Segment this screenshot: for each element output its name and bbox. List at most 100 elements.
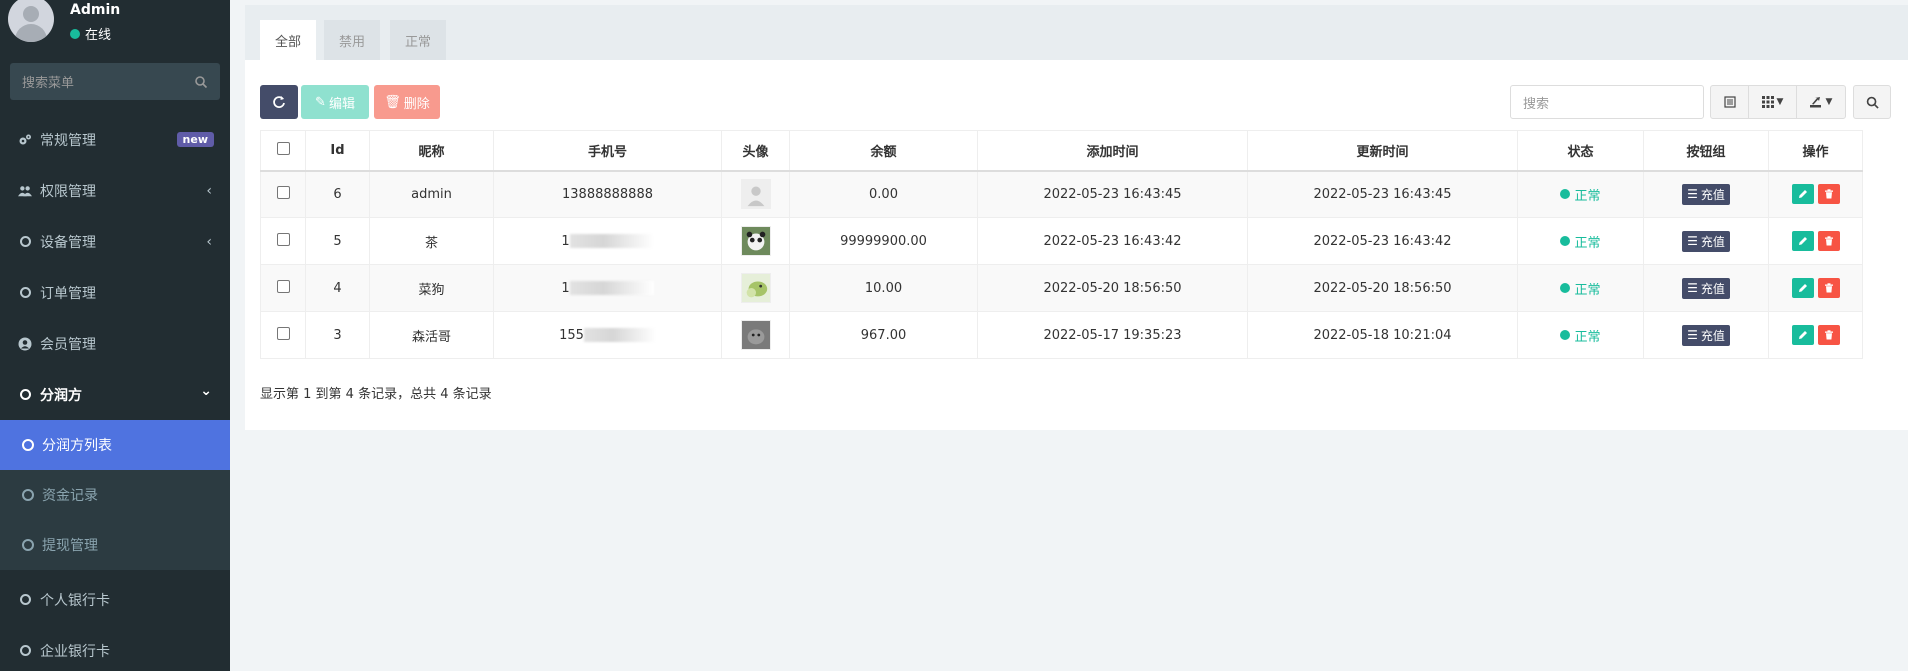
- sidebar-subitem-fund-records[interactable]: 资金记录: [0, 470, 230, 520]
- caret-down-icon: ▼: [1825, 97, 1833, 107]
- sidebar-search-input[interactable]: 搜索菜单: [22, 72, 194, 91]
- user-panel: Admin 在线: [0, 0, 230, 52]
- cell-phone: 155: [493, 311, 722, 359]
- status-label: 正常: [1574, 235, 1601, 251]
- col-header-status: 状态: [1517, 130, 1644, 172]
- select-all-checkbox[interactable]: [276, 141, 290, 155]
- status-dot-icon: [1560, 189, 1571, 200]
- row-checkbox[interactable]: [276, 185, 290, 199]
- cell-button-group: ☰ 充值: [1643, 170, 1769, 218]
- row-checkbox[interactable]: [276, 279, 290, 293]
- sidebar-item-members[interactable]: 会员管理: [0, 318, 230, 369]
- recharge-button[interactable]: ☰ 充值: [1682, 183, 1730, 205]
- status-badge[interactable]: 正常: [1560, 279, 1601, 298]
- sidebar-item-profit[interactable]: 分润方 ⌄: [0, 369, 230, 420]
- sidebar-item-permission[interactable]: 权限管理 ‹: [0, 165, 230, 216]
- circle-icon: [22, 539, 34, 551]
- cell-created: 2022-05-17 19:35:23: [977, 311, 1248, 359]
- cell-updated: 2022-05-23 16:43:45: [1247, 170, 1518, 218]
- masked-phone-blur: [569, 281, 654, 295]
- status-dot-icon: [1560, 236, 1571, 246]
- tab-normal[interactable]: 正常: [390, 20, 447, 60]
- row-edit-button[interactable]: [1791, 325, 1814, 345]
- default-avatar-image[interactable]: [740, 179, 771, 210]
- caret-down-icon: ▼: [1776, 97, 1784, 107]
- row-edit-button[interactable]: [1791, 278, 1814, 298]
- row-edit-button[interactable]: [1791, 231, 1814, 251]
- status-badge[interactable]: 正常: [1560, 232, 1601, 251]
- chevron-left-icon: ‹: [206, 183, 212, 199]
- sidebar-item-label: 会员管理: [40, 336, 96, 353]
- cell-updated: 2022-05-20 18:56:50: [1247, 264, 1518, 312]
- sidebar-item-company-bank[interactable]: 企业银行卡: [0, 625, 230, 671]
- search-icon[interactable]: [194, 75, 208, 89]
- table-header-row: Id 昵称 手机号 头像 余额 添加时间 更新时间 状态 按钮组 操作: [260, 130, 1863, 172]
- row-delete-button[interactable]: [1817, 231, 1840, 251]
- sidebar-subitem-withdraw[interactable]: 提现管理: [0, 520, 230, 570]
- cell-avatar: [721, 264, 790, 312]
- table-row: 3 森活哥 155 967.00 2022-05-17 19:35:23 202…: [260, 311, 1863, 359]
- table-row: 5 茶 1 99999900.00 2022-05-23 16:43:42 20…: [260, 217, 1863, 265]
- delete-button[interactable]: 🗑 删除: [374, 85, 440, 119]
- cartoon-avatar-image[interactable]: [740, 273, 771, 303]
- row-edit-button[interactable]: [1791, 184, 1814, 205]
- trash-icon: [1824, 330, 1833, 340]
- table-row: 4 菜狗 1 10.00 2022-05-20 18:56:50 2022-05…: [260, 264, 1863, 312]
- tab-bar: 全部 禁用 正常: [245, 5, 1908, 60]
- cell-id: 5: [305, 217, 370, 265]
- col-header-nickname: 昵称: [369, 130, 494, 172]
- sidebar-item-label: 企业银行卡: [40, 643, 110, 660]
- sidebar-subitem-profit-list[interactable]: 分润方列表: [0, 420, 230, 470]
- circle-icon: [22, 439, 34, 451]
- cell-status: 正常: [1517, 217, 1644, 265]
- recharge-button[interactable]: ☰ 充值: [1682, 324, 1730, 346]
- sidebar-item-orders[interactable]: 订单管理: [0, 267, 230, 318]
- sidebar-subitem-label: 分润方列表: [42, 438, 112, 454]
- recharge-button[interactable]: ☰ 充值: [1682, 277, 1730, 299]
- status-dot-icon: [1560, 283, 1571, 293]
- row-checkbox[interactable]: [276, 326, 290, 340]
- panda-avatar-image[interactable]: [740, 226, 771, 256]
- status-badge[interactable]: 正常: [1560, 185, 1601, 204]
- circle-icon: [22, 489, 34, 501]
- recharge-button[interactable]: ☰ 充值: [1682, 230, 1730, 252]
- recharge-label: 充值: [1700, 281, 1725, 296]
- cell-avatar: [721, 170, 790, 218]
- status-badge[interactable]: 正常: [1560, 326, 1601, 345]
- cell-button-group: ☰ 充值: [1643, 311, 1769, 359]
- sidebar-item-device[interactable]: 设备管理 ‹: [0, 216, 230, 267]
- export-button[interactable]: ▼: [1797, 86, 1845, 118]
- cat-avatar-image[interactable]: [740, 320, 771, 350]
- list-icon: ☰: [1687, 234, 1698, 248]
- sidebar-item-label: 分润方: [40, 387, 82, 404]
- col-header-updated: 更新时间: [1247, 130, 1518, 172]
- col-header-buttons: 按钮组: [1643, 130, 1769, 172]
- row-delete-button[interactable]: [1817, 325, 1840, 345]
- list-icon: ☰: [1687, 187, 1698, 202]
- row-delete-button[interactable]: [1817, 184, 1840, 205]
- sidebar-item-personal-bank[interactable]: 个人银行卡: [0, 574, 230, 625]
- tab-disabled[interactable]: 禁用: [324, 20, 381, 60]
- refresh-button[interactable]: [260, 85, 298, 119]
- edit-button[interactable]: ✎ 编辑: [301, 85, 369, 119]
- avatar[interactable]: [8, 0, 54, 42]
- cell-actions: [1768, 311, 1863, 359]
- sidebar-item-general[interactable]: 常规管理 new: [0, 114, 230, 165]
- cell-updated: 2022-05-18 10:21:04: [1247, 311, 1518, 359]
- search-button[interactable]: [1853, 85, 1891, 119]
- circle-icon: [19, 389, 31, 400]
- sidebar: Admin 在线 搜索菜单 常规管理 new 权限管理 ‹ 设备管理 ‹ 订单管…: [0, 0, 230, 671]
- sidebar-search[interactable]: 搜索菜单: [10, 63, 220, 100]
- cell-actions: [1768, 170, 1863, 218]
- toggle-view-button[interactable]: [1711, 86, 1749, 118]
- circle-icon: [19, 645, 31, 656]
- row-checkbox[interactable]: [276, 232, 290, 246]
- refresh-icon: [273, 96, 285, 108]
- table-search-input[interactable]: 搜索: [1510, 85, 1704, 119]
- row-delete-button[interactable]: [1817, 278, 1840, 298]
- tab-all[interactable]: 全部: [260, 20, 317, 60]
- sidebar-menu: 常规管理 new 权限管理 ‹ 设备管理 ‹ 订单管理 会员管理 分润方 ⌄ 分…: [0, 114, 230, 671]
- col-header-id[interactable]: Id: [305, 130, 370, 172]
- pencil-icon: ✎: [315, 94, 326, 110]
- columns-button[interactable]: ▼: [1749, 86, 1797, 118]
